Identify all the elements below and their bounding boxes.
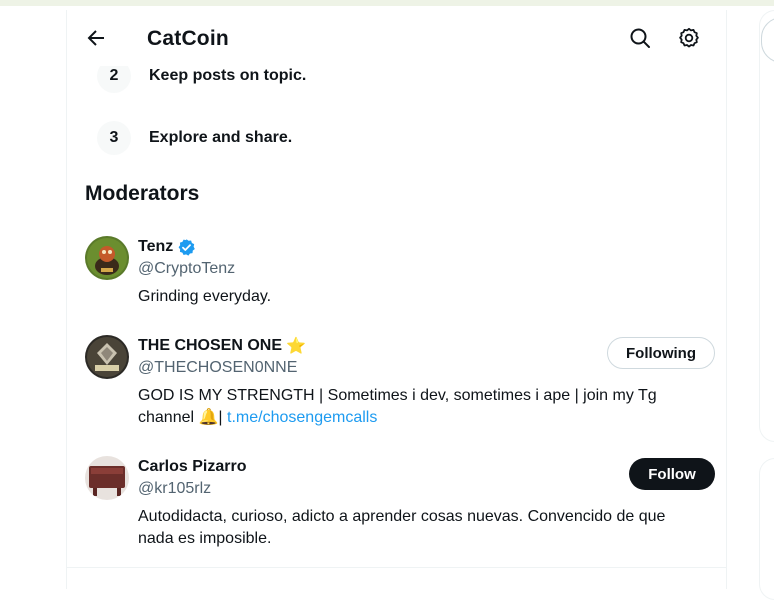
back-button[interactable] — [84, 26, 108, 50]
star-emoji: ⭐ — [286, 338, 306, 355]
bio-link[interactable]: t.me/chosengemcalls — [227, 409, 377, 426]
verified-badge-icon — [177, 238, 196, 257]
top-strip — [0, 0, 774, 6]
moderator-body: Tenz @CryptoTenz Grinding everyday. — [138, 236, 713, 308]
rule-text: Keep posts on topic. — [149, 67, 307, 84]
moderator-bio: GOD IS MY STRENGTH | Sometimes i dev, so… — [138, 385, 683, 429]
gear-icon — [679, 27, 699, 48]
moderator-name: Tenz — [138, 238, 174, 255]
header: CatCoin — [67, 10, 726, 66]
bio-separator: | — [218, 409, 228, 426]
moderator-body: Carlos Pizarro @kr105rlz Autodidacta, cu… — [138, 456, 713, 550]
moderator-handle: @kr105rlz — [138, 480, 212, 497]
moderator-bio: Grinding everyday. — [138, 288, 272, 305]
moderator-handle: @CryptoTenz — [138, 260, 236, 277]
moderator-name-row: Carlos Pizarro — [138, 456, 713, 478]
moderator-bio: Autodidacta, curioso, adicto a aprender … — [138, 508, 666, 547]
main-column: CatCoin 2 Keep posts on topic. 3 Explore… — [66, 10, 727, 589]
moderator-name: THE CHOSEN ONE — [138, 337, 283, 354]
right-sidebar-card — [759, 10, 774, 442]
moderator-name-row: Tenz — [138, 236, 713, 258]
settings-button[interactable] — [677, 26, 701, 50]
rule-number: 3 — [97, 121, 131, 155]
avatar[interactable] — [85, 335, 129, 379]
search-icon — [630, 28, 650, 48]
following-button[interactable]: Following — [607, 337, 715, 369]
rule-text: Explore and share. — [149, 129, 293, 146]
rule-item-3: 3 Explore and share. — [97, 120, 292, 156]
follow-button[interactable]: Follow — [629, 458, 715, 490]
page-title: CatCoin — [147, 27, 229, 50]
avatar[interactable] — [85, 236, 129, 280]
moderator-name: Carlos Pizarro — [138, 458, 247, 475]
moderators-heading: Moderators — [85, 182, 200, 205]
right-sidebar-card — [759, 458, 774, 600]
avatar[interactable] — [85, 456, 129, 500]
search-button[interactable] — [628, 26, 652, 50]
divider — [67, 567, 726, 568]
bell-emoji: 🔔 — [198, 409, 219, 426]
arrow-left-icon — [87, 30, 104, 46]
